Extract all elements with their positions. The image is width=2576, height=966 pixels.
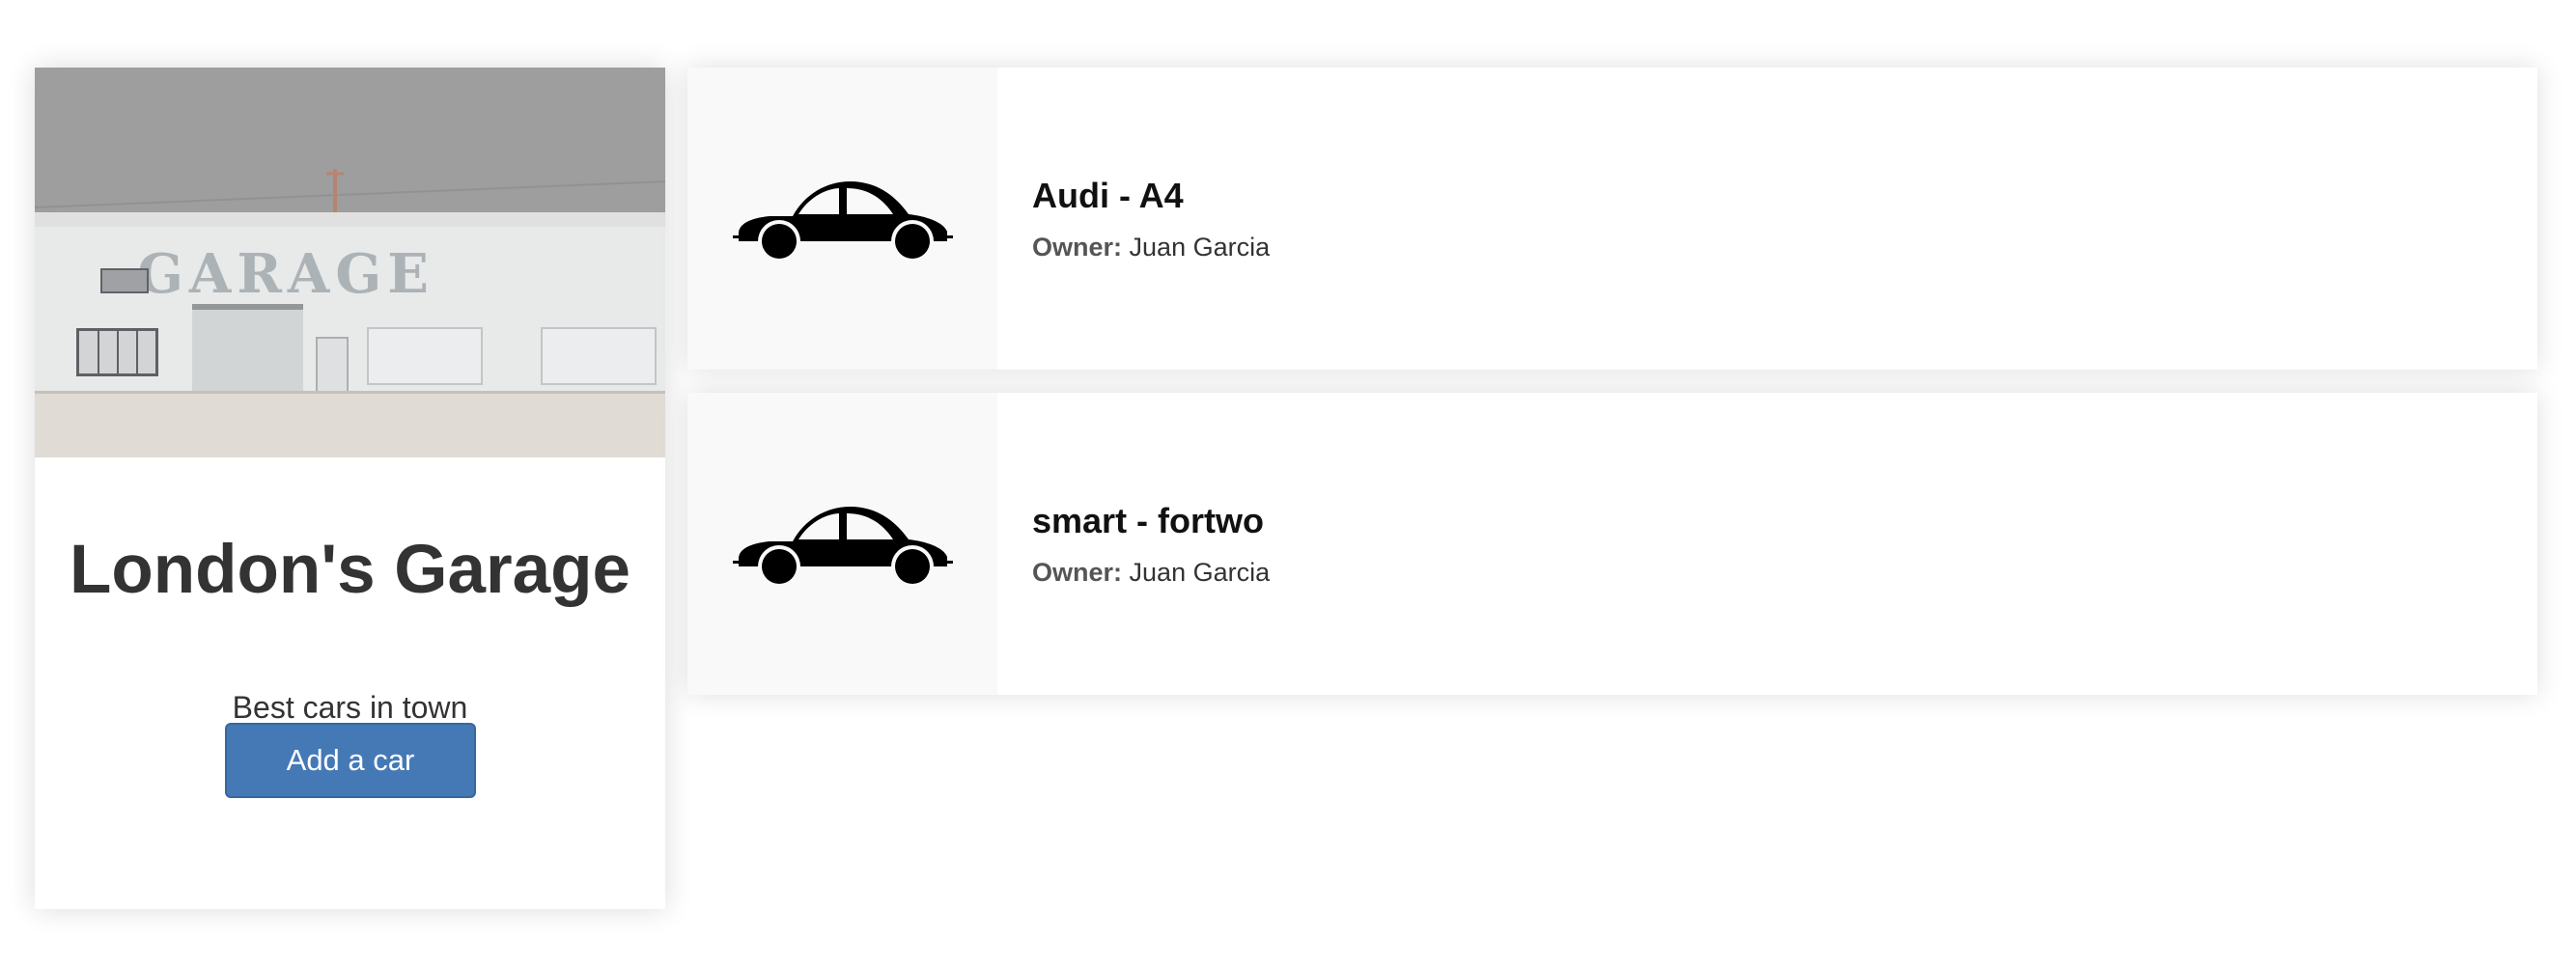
garage-tagline: Best cars in town [232, 690, 468, 725]
car-card[interactable]: smart - fortwo Owner: Juan Garcia [687, 393, 2537, 695]
garage-banner-image: GARAGE [35, 68, 665, 457]
car-title: smart - fortwo [1032, 501, 1265, 540]
owner-label: Owner: [1032, 233, 1123, 262]
car-card[interactable]: Audi - A4 Owner: Juan Garcia [687, 68, 2537, 370]
car-thumbnail [687, 393, 997, 695]
owner-name: Juan Garcia [1129, 558, 1271, 587]
add-car-button[interactable]: Add a car [225, 723, 476, 798]
car-owner: Owner: Juan Garcia [1032, 558, 1270, 588]
owner-name: Juan Garcia [1129, 233, 1271, 262]
car-owner: Owner: Juan Garcia [1032, 233, 1270, 262]
car-title: Audi - A4 [1032, 176, 1184, 215]
car-thumbnail [687, 68, 997, 370]
owner-label: Owner: [1032, 558, 1123, 587]
garage-title: London's Garage [69, 532, 630, 608]
car-icon [733, 507, 953, 588]
car-icon [733, 181, 953, 262]
garage-sidebar-card: GARAGE London's Garage Best cars in town… [35, 68, 665, 909]
